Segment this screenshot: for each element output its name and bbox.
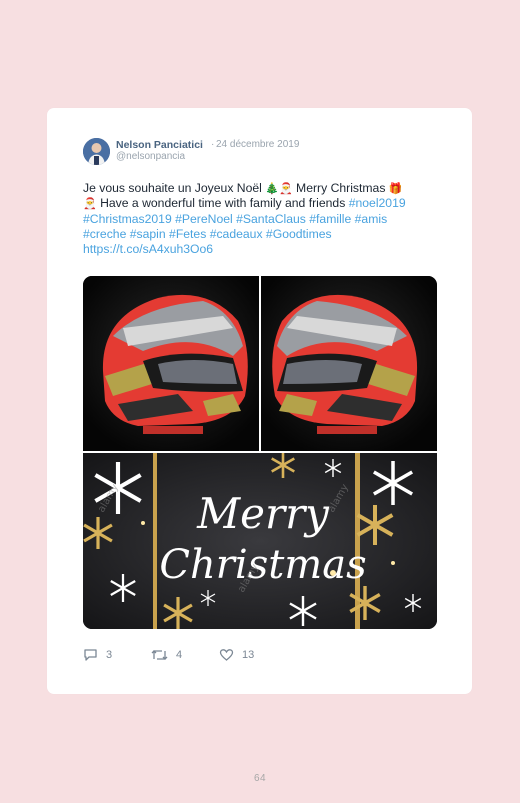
card-text-merry: Merry: [196, 489, 330, 538]
like-action[interactable]: 13: [219, 648, 254, 662]
helmet-left-image: [83, 276, 259, 451]
tweet-text: Je vous souhaite un Joyeux Noël 🎄🎅 Merry…: [83, 181, 443, 257]
gift-emoji: 🎁: [388, 182, 403, 195]
helmet-right-image: [261, 276, 437, 451]
helmet-photo-left[interactable]: [83, 276, 259, 451]
tweet-date[interactable]: 24 décembre 2019: [216, 139, 299, 150]
tweet-text-part1: Je vous souhaite un Joyeux Noël: [83, 181, 266, 195]
avatar-image: [83, 138, 110, 165]
retweet-count: 4: [176, 649, 183, 661]
heart-icon: [219, 649, 234, 661]
meta-separator: ·: [211, 139, 215, 150]
retweet-action[interactable]: 4: [151, 648, 182, 662]
reply-action[interactable]: 3: [83, 648, 112, 662]
santa-emoji: 🎅: [278, 182, 293, 195]
author-name[interactable]: Nelson Panciatici: [116, 139, 203, 151]
tweet-link[interactable]: https://t.co/sA4xuh3Oo6: [83, 242, 213, 256]
reply-count: 3: [106, 649, 113, 661]
tweet-media: Merry Christmas alamy alamy alamy: [83, 276, 437, 629]
page-number: 64: [253, 773, 267, 784]
avatar[interactable]: [83, 138, 110, 165]
hashtag-noel2019[interactable]: #noel2019: [349, 196, 406, 210]
author-handle[interactable]: @nelsonpancia: [116, 151, 185, 162]
card-text-christmas: Christmas: [159, 542, 366, 588]
christmas-card-image: Merry Christmas alamy alamy alamy: [83, 450, 437, 629]
like-count: 13: [242, 649, 255, 661]
hashtags-line-3[interactable]: #creche #sapin #Fetes #cadeaux #Goodtime…: [83, 227, 332, 241]
tweet-card: Nelson Panciatici · 24 décembre 2019 @ne…: [47, 108, 472, 694]
tweet-text-part3: Have a wonderful time with family and fr…: [96, 196, 349, 211]
santa-emoji-2: 🎅: [83, 197, 97, 211]
helmet-photo-right[interactable]: [261, 276, 437, 451]
tweet-text-part2: Merry Christmas: [292, 181, 389, 195]
christmas-tree-emoji: 🎄: [265, 182, 279, 195]
merry-christmas-card[interactable]: Merry Christmas alamy alamy alamy: [83, 450, 437, 629]
tweet-actions: 3 4 13: [83, 648, 343, 668]
retweet-icon: [151, 650, 168, 660]
hashtags-line-2[interactable]: #Christmas2019 #PereNoel #SantaClaus #fa…: [83, 212, 387, 226]
reply-icon: [84, 649, 97, 661]
